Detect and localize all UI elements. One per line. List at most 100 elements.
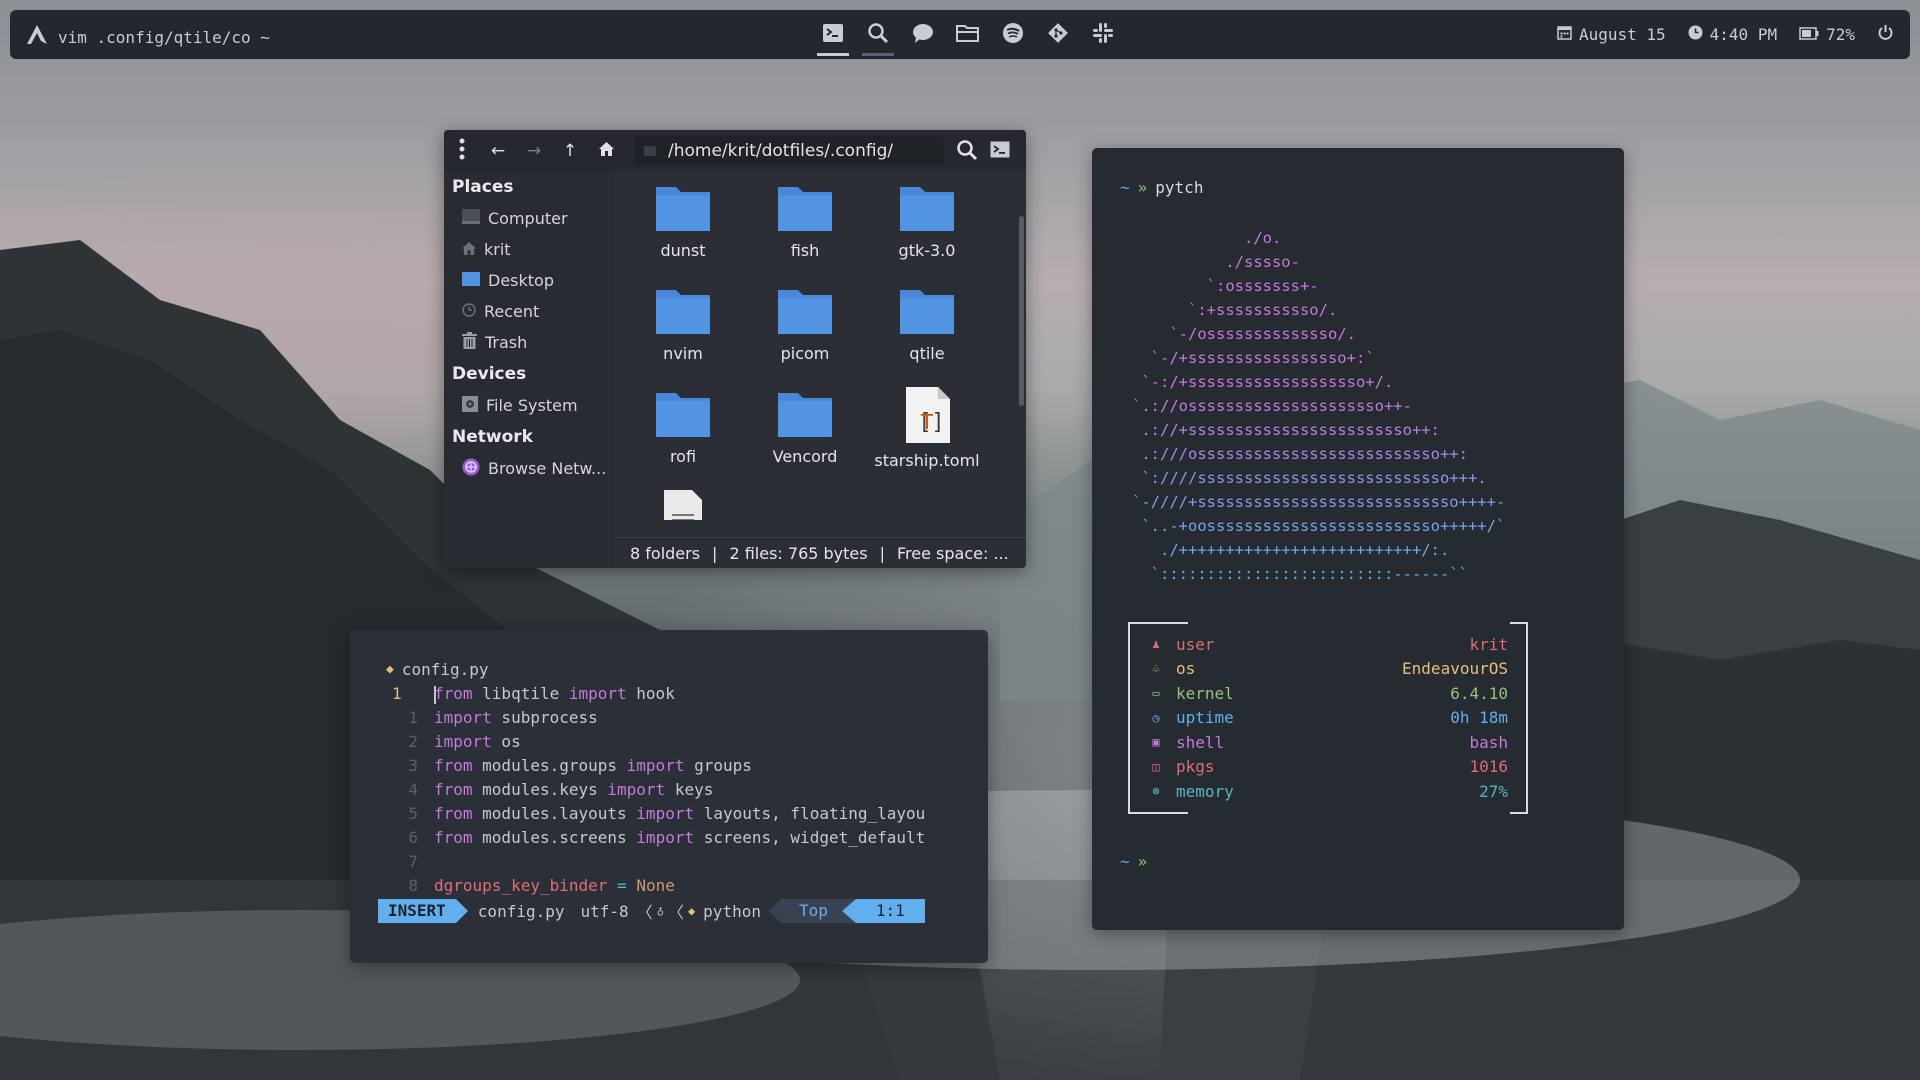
ascii-art-line: `-/ossssssssssssso/. [1132, 325, 1356, 343]
sidebar-item-computer[interactable]: Computer [444, 203, 614, 234]
forward-button[interactable]: → [516, 130, 552, 171]
code-text: dgroups_key_binder = None [434, 874, 675, 898]
file-item-picom[interactable]: picom [744, 284, 866, 384]
info-value: krit [1469, 634, 1508, 654]
open-terminal-button[interactable] [990, 141, 1010, 162]
date-text: August 15 [1578, 25, 1666, 44]
line-number: 2 [408, 732, 418, 751]
folder-icon[interactable] [955, 20, 981, 46]
kebab-menu-icon [459, 138, 465, 164]
top-bar-left: vim .config/qtile/co ~ [26, 24, 270, 50]
back-button[interactable]: ← [480, 130, 516, 171]
code-line[interactable]: 7 [378, 850, 925, 874]
python-icon: ◆ [687, 904, 696, 918]
date-widget[interactable]: August 15 [1557, 25, 1666, 44]
code-line[interactable]: 3 from modules.groups import groups [378, 754, 925, 778]
shell-icon: ▣ [1152, 735, 1160, 749]
sidebar-item-browse-network[interactable]: Browse Netw... [444, 453, 614, 484]
file-item-starship-toml[interactable]: [T] starship.toml [866, 387, 988, 487]
folder-icon [900, 187, 954, 231]
search-button[interactable] [956, 139, 978, 165]
time-text: 4:40 PM [1709, 25, 1778, 44]
clock-icon [1688, 25, 1703, 44]
ascii-art-line: .://+ssssssssssssssssssssssso++: [1132, 421, 1440, 439]
ascii-art-line: `:osssssss+- [1132, 277, 1319, 295]
ascii-art-line: `-////+ssssssssssssssssssssssssssso++++- [1132, 493, 1506, 511]
file-item-fish[interactable]: fish [744, 181, 866, 281]
ascii-art-line: `-:/+sssssssssssssssssso+/. [1132, 373, 1394, 391]
battery-widget[interactable]: 72% [1799, 25, 1855, 44]
terminal-icon[interactable] [817, 20, 849, 56]
places-heading: Places [452, 177, 514, 197]
code-line[interactable]: 1 import subprocess [378, 706, 925, 730]
app-launcher [817, 20, 1116, 56]
file-item-document[interactable] [622, 490, 744, 520]
spotify-icon[interactable] [1000, 20, 1026, 46]
prompt-line[interactable]: ~ » [1120, 852, 1147, 871]
code-token: from [434, 684, 473, 703]
sidebar-item-label: Computer [488, 209, 568, 228]
trash-icon [462, 332, 477, 353]
code-line[interactable]: 6 from modules.screens import screens, wi… [378, 826, 925, 850]
code-token: keys [665, 780, 714, 799]
file-item-vencord[interactable]: Vencord [744, 387, 866, 487]
vim-tab[interactable]: ◆ config.py [386, 660, 489, 679]
sidebar-item-desktop[interactable]: Desktop [444, 265, 614, 296]
slack-icon[interactable] [1090, 20, 1116, 46]
file-name: starship.toml [874, 451, 980, 470]
sidebar-item-trash[interactable]: Trash [444, 327, 614, 358]
vim-window[interactable]: ◆ config.py 1 from libqtile import hook 1 i… [350, 630, 988, 963]
svg-text:]: ] [931, 410, 944, 435]
kernel-icon: ▭ [1152, 686, 1160, 700]
ascii-art-line: `:////sssssssssssssssssssssssssso+++. [1132, 469, 1487, 487]
line-number: 1 [408, 708, 418, 727]
editor-buffer[interactable]: 1 from libqtile import hook 1 import subpro… [378, 682, 925, 898]
folder-icon [656, 187, 710, 231]
sidebar-item-file-system[interactable]: File System [444, 390, 614, 421]
file-item-dunst[interactable]: dunst [622, 181, 744, 281]
search-icon [956, 140, 978, 165]
ascii-art-line: `-/+sssssssssssssssso+:` [1132, 349, 1375, 367]
search-icon[interactable] [862, 20, 894, 56]
system-info-row: ♟ user krit [1148, 632, 1508, 656]
path-folder-icon [644, 145, 656, 156]
menu-button[interactable] [444, 130, 480, 171]
code-line[interactable]: 4 from modules.keys import keys [378, 778, 925, 802]
home-button[interactable] [588, 130, 624, 171]
file-item-nvim[interactable]: nvim [622, 284, 744, 384]
sidebar-item-recent[interactable]: Recent [444, 296, 614, 327]
sidebar-item-krit[interactable]: krit [444, 234, 614, 265]
git-icon[interactable] [1045, 20, 1071, 46]
file-item-gtk-3.0[interactable]: gtk-3.0 [866, 181, 988, 281]
file-name: picom [780, 344, 830, 363]
code-line[interactable]: 2 import os [378, 730, 925, 754]
code-text: import os [434, 730, 521, 754]
up-button[interactable]: ↑ [552, 130, 588, 171]
code-token: hook [626, 684, 675, 703]
file-name: Vencord [772, 447, 838, 466]
info-value: 0h 18m [1450, 708, 1508, 727]
file-item-qtile[interactable]: qtile [866, 284, 988, 384]
separator: | [879, 543, 885, 563]
chat-icon[interactable] [910, 20, 936, 46]
devices-heading: Devices [452, 364, 527, 384]
ascii-art-line: ./sssso- [1132, 253, 1300, 271]
endeavouros-logo-icon[interactable] [26, 24, 48, 50]
home-icon [598, 141, 614, 160]
file-count: 2 files: 765 bytes [729, 543, 868, 563]
file-item-rofi[interactable]: rofi [622, 387, 744, 487]
code-text: from libqtile import hook [434, 682, 675, 706]
info-label: os [1176, 659, 1196, 678]
clock-widget[interactable]: 4:40 PM [1688, 25, 1777, 44]
home-icon [462, 240, 476, 259]
status-bar: 8 folders | 2 files: 765 bytes | Free sp… [616, 537, 1026, 568]
scrollbar[interactable] [1019, 216, 1024, 406]
code-line[interactable]: 8 dgroups_key_binder = None [378, 874, 925, 898]
code-token: import [568, 684, 627, 703]
power-button[interactable] [1877, 24, 1894, 45]
code-line[interactable]: 1 from libqtile import hook [378, 682, 925, 706]
code-line[interactable]: 5 from modules.layouts import layouts, fl… [378, 802, 925, 826]
code-token: modules.layouts [472, 804, 637, 823]
terminal-window[interactable]: ~ » pytch ./o. ./sssso- `:osssssss+- `:+… [1092, 148, 1624, 930]
path-bar[interactable]: /home/krit/dotfiles/.config/ [634, 136, 944, 165]
